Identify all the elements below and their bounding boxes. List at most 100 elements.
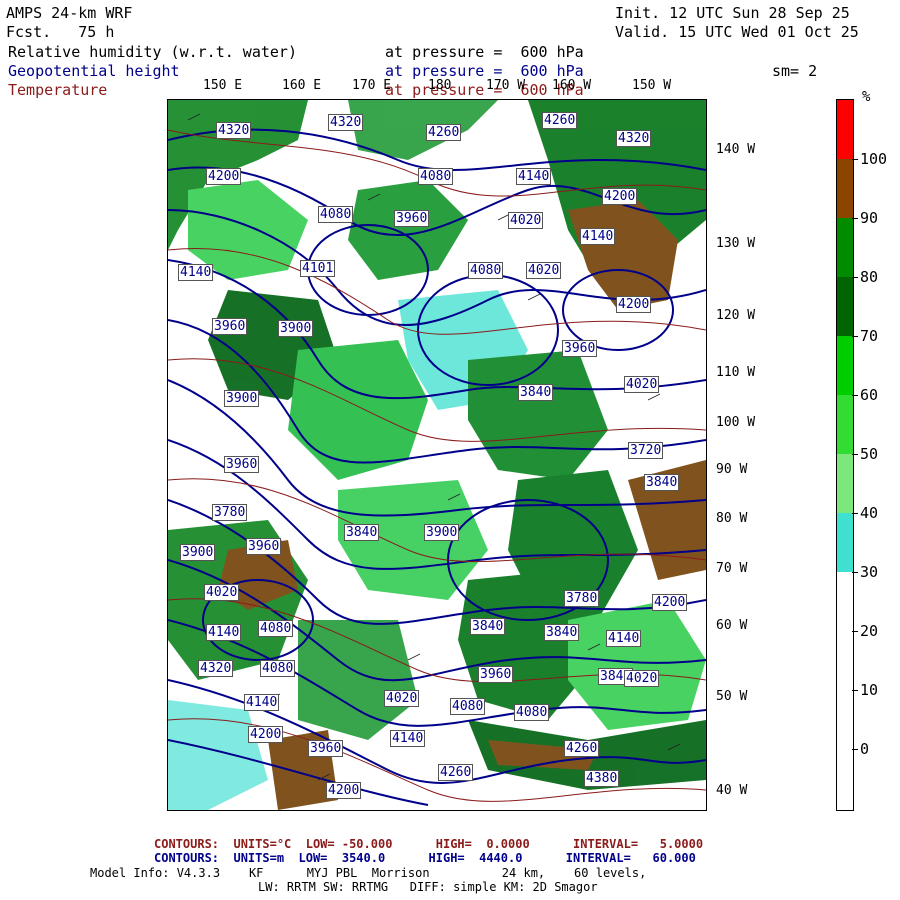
height-label: 4020 bbox=[624, 376, 660, 393]
height-label: 4200 bbox=[326, 782, 362, 799]
init-time: Init. 12 UTC Sun 28 Sep 25 bbox=[615, 4, 850, 22]
height-label: 4140 bbox=[516, 168, 552, 185]
colorbar-segment bbox=[837, 100, 853, 159]
height-label: 4080 bbox=[258, 620, 294, 637]
height-label: 4140 bbox=[390, 730, 426, 747]
model-title: AMPS 24-km WRF bbox=[6, 4, 133, 22]
physics-info: LW: RRTM SW: RRTMG DIFF: simple KM: 2D S… bbox=[258, 880, 598, 894]
lat-label: 70 W bbox=[716, 561, 748, 576]
colorbar-label: 60 bbox=[860, 386, 879, 404]
height-label: 3960 bbox=[478, 666, 514, 683]
colorbar-label: 90 bbox=[860, 209, 879, 227]
colorbar-segment bbox=[837, 690, 853, 810]
lat-label: 90 W bbox=[716, 462, 748, 477]
height-label: 4020 bbox=[508, 212, 544, 229]
map-panel: 4320 4320 4260 4320 4260 4200 4080 4080 … bbox=[167, 99, 707, 811]
height-label: 4200 bbox=[616, 296, 652, 313]
height-label: 3900 bbox=[224, 390, 260, 407]
colorbar-label: 10 bbox=[860, 681, 879, 699]
colorbar-segment bbox=[837, 159, 853, 218]
height-label: 3960 bbox=[394, 210, 430, 227]
height-label: 3960 bbox=[308, 740, 344, 757]
height-label: 3840 bbox=[470, 618, 506, 635]
height-label: 4080 bbox=[318, 206, 354, 223]
height-label: 4200 bbox=[206, 168, 242, 185]
lon-label: 160 W bbox=[552, 78, 592, 93]
lat-label: 40 W bbox=[716, 783, 748, 798]
smoothing-label: sm= 2 bbox=[772, 62, 818, 80]
lat-label: 60 W bbox=[716, 618, 748, 633]
lat-label: 120 W bbox=[716, 308, 756, 323]
height-label: 3900 bbox=[424, 524, 460, 541]
height-label: 4260 bbox=[438, 764, 474, 781]
lat-label: 50 W bbox=[716, 689, 748, 704]
valid-time: Valid. 15 UTC Wed 01 Oct 25 bbox=[615, 23, 859, 41]
height-label: 4080 bbox=[260, 660, 296, 677]
lat-label: 140 W bbox=[716, 142, 756, 157]
colorbar-segment bbox=[837, 218, 853, 277]
height-label: 4020 bbox=[624, 670, 660, 687]
height-label: 4140 bbox=[606, 630, 642, 647]
colorbar-label: 70 bbox=[860, 327, 879, 345]
height-label: 4101 bbox=[300, 260, 336, 277]
height-label: 3960 bbox=[246, 538, 282, 555]
temp-contours-info: CONTOURS: UNITS=°C LOW= -50.000 HIGH= 0.… bbox=[154, 837, 704, 851]
height-contours-info: CONTOURS: UNITS=m LOW= 3540.0 HIGH= 4440… bbox=[154, 851, 696, 865]
lat-label: 100 W bbox=[716, 415, 756, 430]
height-label: 4080 bbox=[514, 704, 550, 721]
lon-label: 170 E bbox=[352, 78, 392, 93]
height-label: 4200 bbox=[248, 726, 284, 743]
colorbar-segment bbox=[837, 572, 853, 631]
height-label: 4260 bbox=[426, 124, 462, 141]
colorbar-label: 40 bbox=[860, 504, 879, 522]
height-label: 4080 bbox=[450, 698, 486, 715]
lat-label: 80 W bbox=[716, 511, 748, 526]
colorbar-label: 0 bbox=[860, 740, 870, 758]
height-label: 3960 bbox=[224, 456, 260, 473]
field-height-level: at pressure = 600 hPa bbox=[385, 62, 584, 80]
field-rh-name: Relative humidity (w.r.t. water) bbox=[8, 43, 297, 61]
height-label: 4200 bbox=[602, 188, 638, 205]
lat-label: 110 W bbox=[716, 365, 756, 380]
height-label: 3960 bbox=[212, 318, 248, 335]
height-label: 4140 bbox=[206, 624, 242, 641]
colorbar-segment bbox=[837, 631, 853, 690]
colorbar-segment bbox=[837, 336, 853, 395]
model-info: Model Info: V4.3.3 KF MYJ PBL Morrison 2… bbox=[90, 866, 647, 880]
colorbar-segment bbox=[837, 513, 853, 572]
colorbar-segment bbox=[837, 454, 853, 513]
height-label: 4140 bbox=[244, 694, 280, 711]
height-label: 3780 bbox=[564, 590, 600, 607]
height-label: 3840 bbox=[544, 624, 580, 641]
colorbar-label: 80 bbox=[860, 268, 879, 286]
height-label: 4080 bbox=[468, 262, 504, 279]
height-label: 3900 bbox=[180, 544, 216, 561]
height-label: 4260 bbox=[542, 112, 578, 129]
field-temp-name: Temperature bbox=[8, 81, 108, 99]
height-label: 3900 bbox=[278, 320, 314, 337]
height-label: 4020 bbox=[526, 262, 562, 279]
height-label: 3840 bbox=[518, 384, 554, 401]
lon-label: 160 E bbox=[282, 78, 322, 93]
height-label: 3780 bbox=[212, 504, 248, 521]
lon-label: 150 W bbox=[632, 78, 672, 93]
field-rh-level: at pressure = 600 hPa bbox=[385, 43, 584, 61]
height-label: 4320 bbox=[616, 130, 652, 147]
colorbar-unit: % bbox=[862, 89, 871, 105]
height-label: 4140 bbox=[580, 228, 616, 245]
colorbar-segment bbox=[837, 277, 853, 336]
height-label: 3720 bbox=[628, 442, 664, 459]
colorbar bbox=[836, 99, 854, 811]
height-label: 4320 bbox=[216, 122, 252, 139]
height-label: 4020 bbox=[204, 584, 240, 601]
lat-label: 130 W bbox=[716, 236, 756, 251]
colorbar-segment bbox=[837, 395, 853, 454]
height-label: 3840 bbox=[644, 474, 680, 491]
height-label: 4320 bbox=[328, 114, 364, 131]
height-label: 4200 bbox=[652, 594, 688, 611]
forecast-hour: Fcst. 75 h bbox=[6, 23, 115, 41]
height-label: 3960 bbox=[562, 340, 598, 357]
height-label: 4140 bbox=[178, 264, 214, 281]
lon-label: 170 W bbox=[486, 78, 526, 93]
height-label: 4320 bbox=[198, 660, 234, 677]
